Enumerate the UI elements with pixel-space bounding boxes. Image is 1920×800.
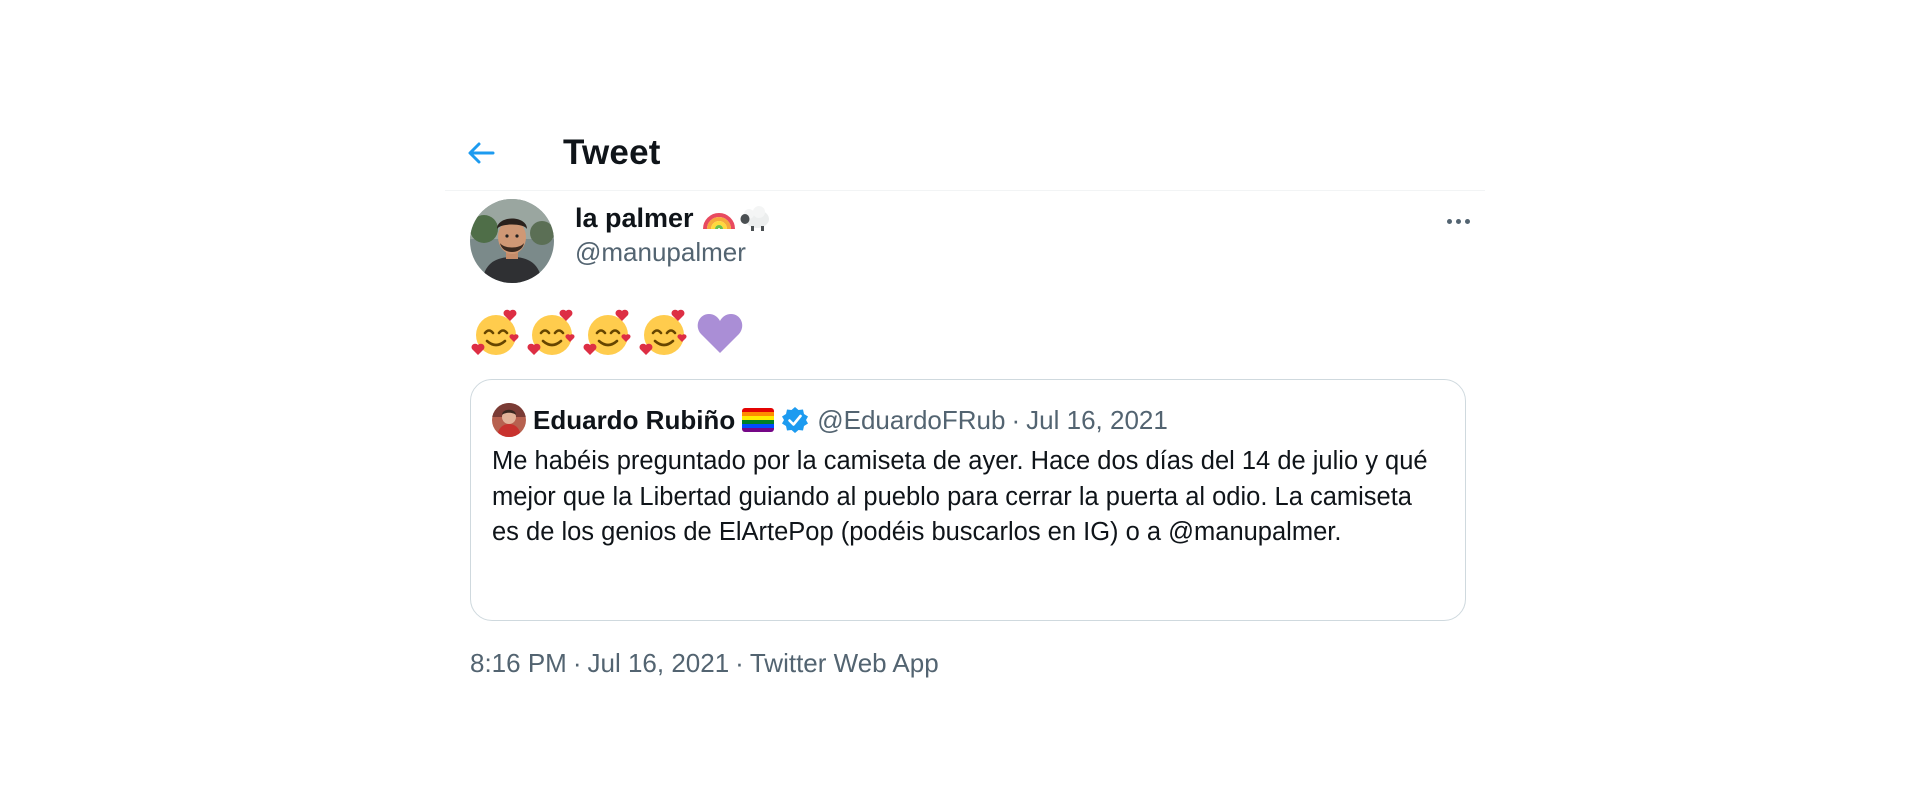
smiling-face-with-hearts-icon bbox=[471, 309, 519, 355]
tweet-metadata: 8:16 PM · Jul 16, 2021 · Twitter Web App bbox=[470, 648, 939, 679]
smiling-face-with-hearts-icon bbox=[583, 309, 631, 355]
purple-heart-icon bbox=[697, 314, 743, 353]
more-horizontal-icon-dot bbox=[1446, 218, 1452, 224]
more-horizontal-icon-dot bbox=[1464, 218, 1470, 224]
quoted-tweet[interactable]: Eduardo Rubiño @EduardoFRub · Jul 16, 20… bbox=[470, 379, 1466, 621]
tweet-time[interactable]: 8:16 PM bbox=[470, 648, 567, 679]
tweet-author: la palmer @manupalmer bbox=[470, 199, 1480, 283]
arrow-left-icon bbox=[468, 142, 495, 164]
back-button[interactable] bbox=[457, 129, 505, 177]
sheep-icon bbox=[740, 206, 769, 231]
tweet-date[interactable]: Jul 16, 2021 bbox=[588, 648, 730, 679]
quoted-tweet-header: Eduardo Rubiño @EduardoFRub · Jul 16, 20… bbox=[492, 402, 1168, 438]
rainbow-icon bbox=[702, 213, 735, 230]
tweet-emoji-text: 🥰🥰🥰🥰💜 bbox=[470, 308, 471, 309]
meta-separator: · bbox=[572, 648, 582, 678]
page-title: Tweet bbox=[563, 133, 661, 172]
tweet-page: Tweet la palmer @manupalmer Eduardo Rubi… bbox=[0, 0, 1920, 800]
header-divider bbox=[445, 190, 1485, 191]
display-name-line: la palmer bbox=[575, 201, 771, 235]
page-header: Tweet bbox=[445, 118, 1485, 188]
tweet-source[interactable]: Twitter Web App bbox=[750, 648, 939, 679]
avatar-image bbox=[470, 199, 554, 283]
author-display-name[interactable]: la palmer bbox=[575, 203, 694, 234]
author-handle[interactable]: @manupalmer bbox=[575, 237, 771, 268]
smiling-face-with-hearts-icon bbox=[527, 309, 575, 355]
quoted-display-name: Eduardo Rubiño bbox=[533, 404, 736, 435]
tweet-text: 🥰🥰🥰🥰💜 bbox=[470, 308, 746, 358]
quoted-handle: @EduardoFRub bbox=[817, 404, 1006, 435]
quoted-avatar bbox=[492, 403, 526, 437]
author-names: la palmer @manupalmer bbox=[575, 201, 771, 268]
meta-separator: · bbox=[735, 648, 744, 678]
rainbow-flag-icon bbox=[742, 408, 775, 432]
quoted-avatar-image bbox=[492, 403, 526, 437]
name-emojis bbox=[702, 203, 771, 233]
quoted-separator: · bbox=[1011, 404, 1021, 435]
avatar[interactable] bbox=[470, 199, 554, 283]
more-horizontal-icon-dot bbox=[1455, 218, 1461, 224]
quoted-tweet-text: Me habéis preguntado por la camiseta de … bbox=[492, 447, 1428, 546]
more-button[interactable] bbox=[1436, 205, 1480, 237]
smiling-face-with-hearts-icon bbox=[639, 309, 687, 355]
quoted-date: Jul 16, 2021 bbox=[1026, 404, 1168, 435]
verified-badge-icon bbox=[782, 407, 809, 433]
